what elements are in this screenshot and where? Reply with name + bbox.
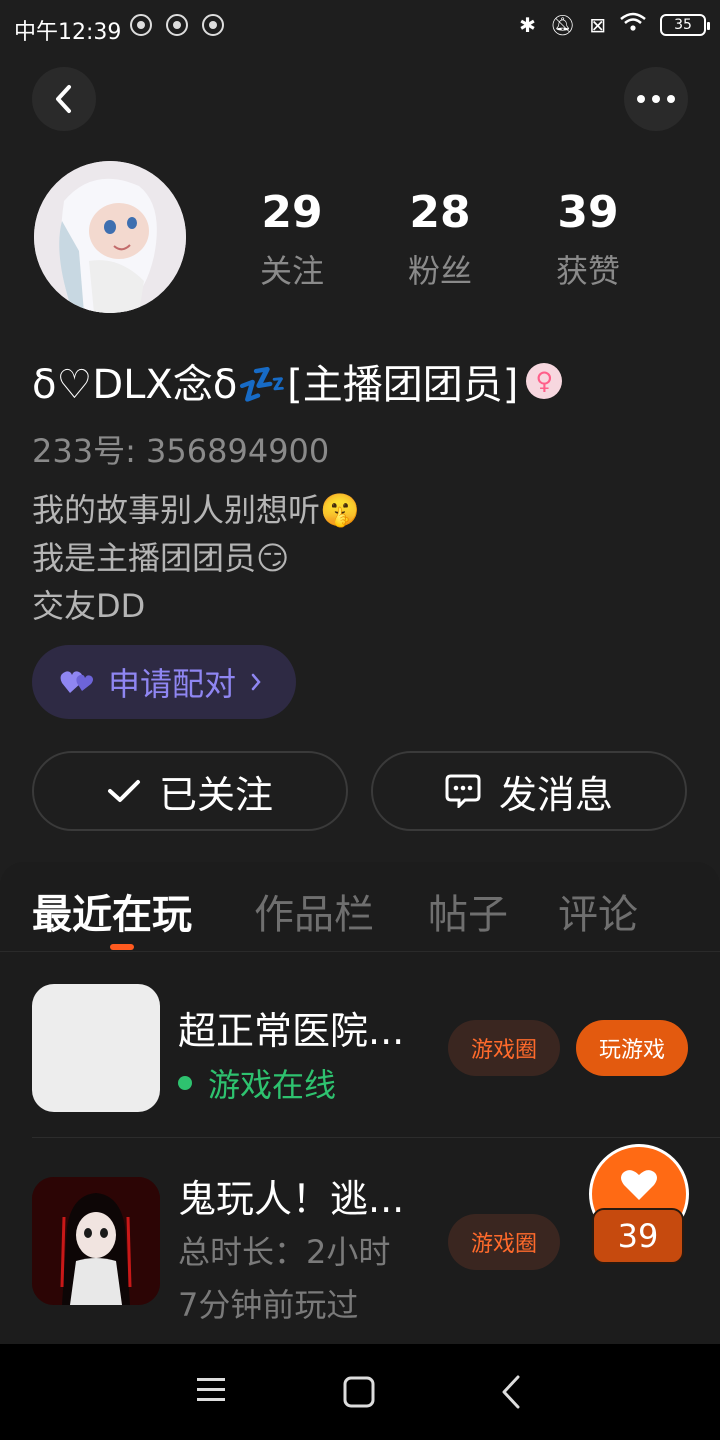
tab-recently-played[interactable]: 最近在玩: [32, 882, 192, 940]
apply-pairing-button[interactable]: 申请配对: [32, 645, 296, 719]
tab-comments[interactable]: 评论: [558, 882, 638, 940]
online-status-label: 游戏在线: [208, 1066, 337, 1104]
likes-count: 39: [557, 187, 619, 238]
send-message-button[interactable]: 发消息: [371, 751, 687, 831]
likes-label: 获赞: [555, 252, 620, 290]
app-notification-icon: [130, 14, 152, 36]
game-title[interactable]: 鬼玩人！逃...: [178, 1168, 404, 1223]
user-id: 233号: 356894900: [32, 432, 330, 470]
sim-off-icon: ⊠: [589, 12, 606, 37]
wifi-icon: [620, 12, 646, 37]
online-dot-icon: [178, 1076, 192, 1090]
game-circle-button[interactable]: 游戏圈: [448, 1020, 560, 1076]
battery-icon: 35: [660, 13, 710, 36]
followed-label: 已关注: [158, 772, 273, 817]
nickname-row: δ♡DLX念δ💤[主播团团员] ♀: [32, 352, 563, 410]
back-nav-icon[interactable]: [500, 1374, 522, 1410]
game-online-status: 游戏在线: [178, 1060, 336, 1106]
apply-pairing-label: 申请配对: [108, 665, 237, 703]
fans-count: 28: [409, 187, 471, 238]
game-title[interactable]: 超正常医院...: [178, 1000, 404, 1055]
back-button[interactable]: [32, 67, 96, 131]
following-stat[interactable]: 29 关注: [232, 188, 352, 292]
followed-button[interactable]: 已关注: [32, 751, 348, 831]
game-icon[interactable]: [32, 1177, 160, 1305]
play-duration: 总时长：2小时: [178, 1233, 391, 1271]
bio-line: 我是主播团团员😏: [32, 539, 290, 577]
following-label: 关注: [259, 252, 324, 290]
mute-bell-icon: 🔕︎: [549, 12, 576, 37]
active-tab-indicator: [110, 944, 134, 950]
tab-posts[interactable]: 帖子: [428, 882, 508, 940]
tab-works[interactable]: 作品栏: [254, 882, 374, 940]
row-divider: [32, 1137, 720, 1138]
game-icon[interactable]: [32, 984, 160, 1112]
checkmark-icon: [107, 780, 140, 802]
status-indicators: ✱ 🔕︎ ⊠ 35: [519, 12, 710, 37]
notification-icons: [130, 14, 224, 36]
following-count: 29: [261, 187, 323, 238]
app-notification-icon: [166, 14, 188, 36]
like-count-badge: 39: [592, 1208, 684, 1264]
play-game-button[interactable]: 玩游戏: [576, 1020, 688, 1076]
fans-stat[interactable]: 28 粉丝: [380, 188, 500, 292]
fans-label: 粉丝: [407, 252, 472, 290]
bio-line: 我的故事别人别想听🤫: [32, 491, 360, 529]
bluetooth-icon: ✱: [519, 12, 536, 37]
nickname: δ♡DLX念δ💤[主播团团员]: [32, 362, 519, 408]
bio-line: 交友DD: [32, 587, 146, 625]
chevron-right-icon: [251, 673, 261, 691]
app-notification-icon: [202, 14, 224, 36]
last-played: 7分钟前玩过: [178, 1286, 359, 1324]
game-circle-button[interactable]: 游戏圈: [448, 1214, 560, 1270]
status-time: 中午12:39: [14, 20, 122, 45]
hearts-icon: [60, 671, 93, 693]
avatar[interactable]: [34, 161, 186, 313]
system-navigation-bar: [0, 1344, 720, 1440]
chevron-left-icon: [56, 85, 71, 113]
more-dots-icon: [637, 95, 675, 103]
more-options-button[interactable]: [624, 67, 688, 131]
home-icon[interactable]: [343, 1376, 375, 1408]
heart-icon: [621, 1170, 657, 1200]
send-message-label: 发消息: [498, 772, 613, 817]
likes-stat[interactable]: 39 获赞: [528, 188, 648, 292]
tab-divider: [0, 951, 720, 952]
chat-bubble-icon: [445, 774, 481, 808]
menu-icon[interactable]: [196, 1376, 226, 1404]
female-gender-icon: ♀: [526, 363, 563, 399]
